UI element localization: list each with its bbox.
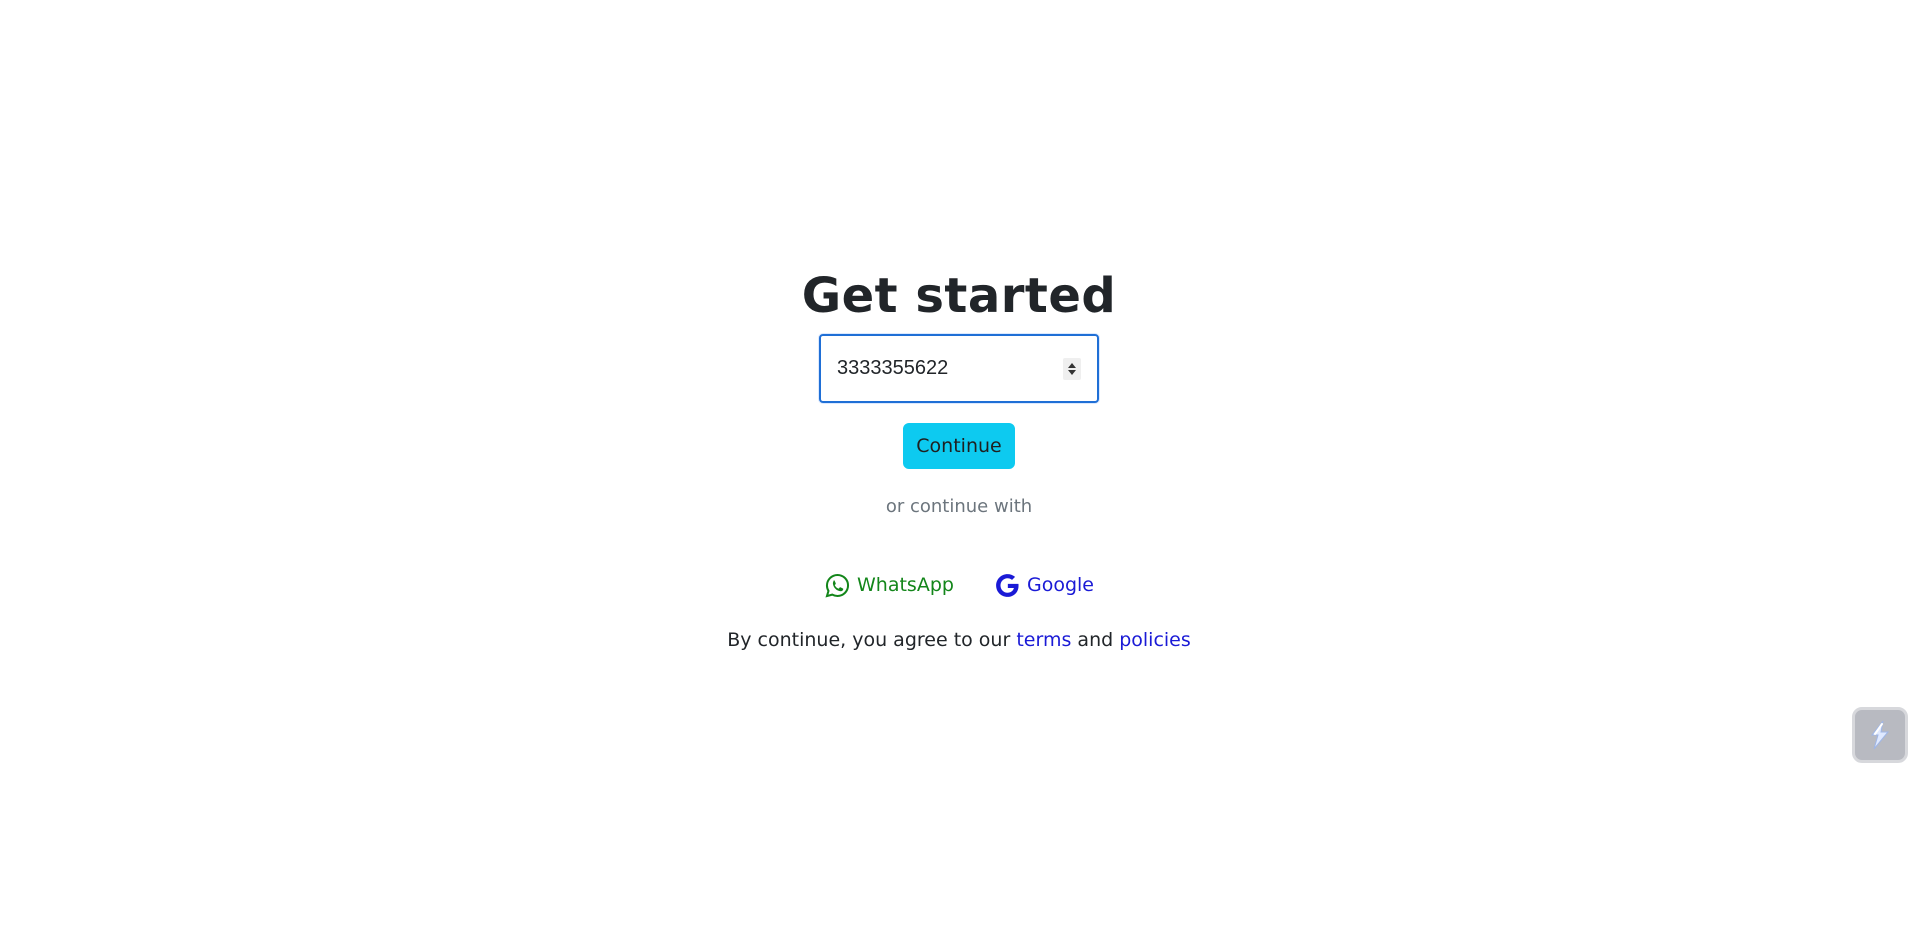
continue-button[interactable]: Continue — [903, 423, 1015, 469]
spin-up-icon[interactable] — [1068, 363, 1076, 368]
google-label: Google — [1026, 574, 1094, 596]
google-login-link[interactable]: Google — [994, 572, 1094, 599]
google-g-icon — [996, 573, 1019, 597]
whatsapp-label: WhatsApp — [857, 574, 954, 596]
policies-link[interactable]: policies — [1119, 629, 1191, 651]
page-title: Get started — [801, 268, 1117, 324]
terms-conjunction: and — [1077, 629, 1114, 651]
auth-panel: Get started Continue or continue with Wh… — [0, 262, 1918, 654]
number-spinner[interactable] — [1063, 358, 1081, 380]
phone-input[interactable] — [821, 336, 1057, 401]
terms-link[interactable]: terms — [1016, 629, 1071, 651]
social-login-row: WhatsApp Google — [824, 569, 1094, 601]
lightning-bolt-icon — [1870, 720, 1890, 750]
whatsapp-icon — [825, 573, 850, 597]
phone-field[interactable] — [819, 334, 1099, 403]
page: Get started Continue or continue with Wh… — [0, 0, 1918, 952]
spin-down-icon[interactable] — [1068, 370, 1076, 375]
whatsapp-login-link[interactable]: WhatsApp — [824, 572, 954, 599]
terms-notice: By continue, you agree to our terms and … — [727, 626, 1191, 654]
floating-assistant-button[interactable] — [1852, 707, 1908, 763]
terms-prefix: By continue, you agree to our — [727, 629, 1011, 651]
divider-text: or continue with — [885, 496, 1033, 517]
